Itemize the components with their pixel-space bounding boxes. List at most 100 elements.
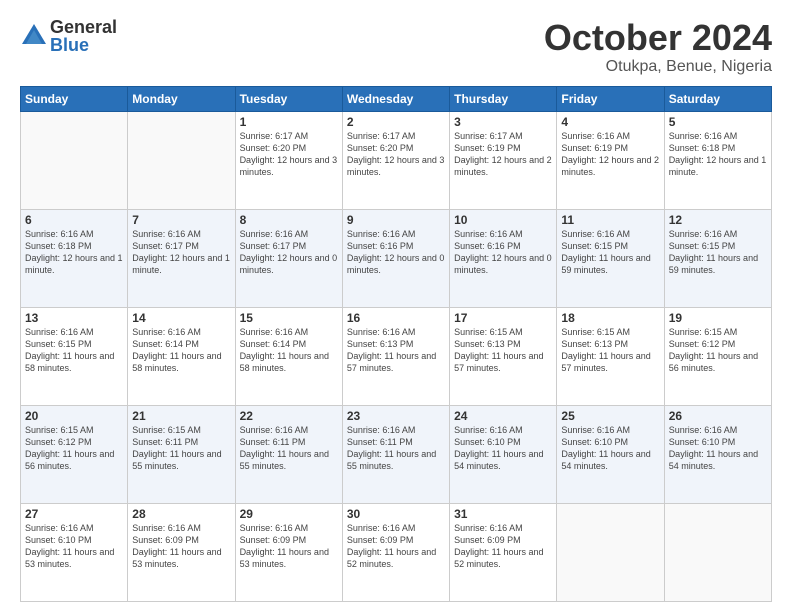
day-number: 5 (669, 115, 767, 129)
table-row (128, 111, 235, 209)
table-row: 29Sunrise: 6:16 AM Sunset: 6:09 PM Dayli… (235, 503, 342, 601)
day-number: 23 (347, 409, 445, 423)
day-info: Sunrise: 6:15 AM Sunset: 6:13 PM Dayligh… (561, 326, 659, 375)
header: General Blue October 2024 Otukpa, Benue,… (20, 18, 772, 76)
table-row: 3Sunrise: 6:17 AM Sunset: 6:19 PM Daylig… (450, 111, 557, 209)
day-info: Sunrise: 6:17 AM Sunset: 6:20 PM Dayligh… (240, 130, 338, 179)
day-info: Sunrise: 6:16 AM Sunset: 6:18 PM Dayligh… (25, 228, 123, 277)
table-row (664, 503, 771, 601)
day-info: Sunrise: 6:16 AM Sunset: 6:14 PM Dayligh… (240, 326, 338, 375)
day-info: Sunrise: 6:16 AM Sunset: 6:17 PM Dayligh… (240, 228, 338, 277)
day-info: Sunrise: 6:15 AM Sunset: 6:12 PM Dayligh… (669, 326, 767, 375)
day-number: 17 (454, 311, 552, 325)
day-info: Sunrise: 6:16 AM Sunset: 6:17 PM Dayligh… (132, 228, 230, 277)
table-row: 16Sunrise: 6:16 AM Sunset: 6:13 PM Dayli… (342, 307, 449, 405)
table-row: 11Sunrise: 6:16 AM Sunset: 6:15 PM Dayli… (557, 209, 664, 307)
day-info: Sunrise: 6:16 AM Sunset: 6:09 PM Dayligh… (132, 522, 230, 571)
day-number: 27 (25, 507, 123, 521)
day-info: Sunrise: 6:16 AM Sunset: 6:09 PM Dayligh… (454, 522, 552, 571)
day-number: 14 (132, 311, 230, 325)
day-info: Sunrise: 6:16 AM Sunset: 6:11 PM Dayligh… (240, 424, 338, 473)
day-info: Sunrise: 6:16 AM Sunset: 6:09 PM Dayligh… (240, 522, 338, 571)
table-row: 8Sunrise: 6:16 AM Sunset: 6:17 PM Daylig… (235, 209, 342, 307)
logo: General Blue (20, 18, 117, 54)
table-row (21, 111, 128, 209)
table-row: 12Sunrise: 6:16 AM Sunset: 6:15 PM Dayli… (664, 209, 771, 307)
day-info: Sunrise: 6:15 AM Sunset: 6:13 PM Dayligh… (454, 326, 552, 375)
table-row: 9Sunrise: 6:16 AM Sunset: 6:16 PM Daylig… (342, 209, 449, 307)
title-month: October 2024 (544, 18, 772, 58)
table-row: 7Sunrise: 6:16 AM Sunset: 6:17 PM Daylig… (128, 209, 235, 307)
table-row: 25Sunrise: 6:16 AM Sunset: 6:10 PM Dayli… (557, 405, 664, 503)
table-row: 27Sunrise: 6:16 AM Sunset: 6:10 PM Dayli… (21, 503, 128, 601)
day-number: 6 (25, 213, 123, 227)
day-number: 13 (25, 311, 123, 325)
table-row: 28Sunrise: 6:16 AM Sunset: 6:09 PM Dayli… (128, 503, 235, 601)
table-row: 4Sunrise: 6:16 AM Sunset: 6:19 PM Daylig… (557, 111, 664, 209)
day-number: 16 (347, 311, 445, 325)
day-number: 20 (25, 409, 123, 423)
day-number: 31 (454, 507, 552, 521)
day-info: Sunrise: 6:16 AM Sunset: 6:16 PM Dayligh… (454, 228, 552, 277)
day-info: Sunrise: 6:16 AM Sunset: 6:18 PM Dayligh… (669, 130, 767, 179)
logo-general-text: General (50, 18, 117, 36)
day-number: 26 (669, 409, 767, 423)
day-info: Sunrise: 6:16 AM Sunset: 6:15 PM Dayligh… (25, 326, 123, 375)
day-number: 3 (454, 115, 552, 129)
table-row: 10Sunrise: 6:16 AM Sunset: 6:16 PM Dayli… (450, 209, 557, 307)
day-number: 29 (240, 507, 338, 521)
day-number: 4 (561, 115, 659, 129)
table-row: 1Sunrise: 6:17 AM Sunset: 6:20 PM Daylig… (235, 111, 342, 209)
table-row: 22Sunrise: 6:16 AM Sunset: 6:11 PM Dayli… (235, 405, 342, 503)
header-thursday: Thursday (450, 86, 557, 111)
title-block: October 2024 Otukpa, Benue, Nigeria (544, 18, 772, 76)
table-row: 31Sunrise: 6:16 AM Sunset: 6:09 PM Dayli… (450, 503, 557, 601)
table-row: 6Sunrise: 6:16 AM Sunset: 6:18 PM Daylig… (21, 209, 128, 307)
day-info: Sunrise: 6:16 AM Sunset: 6:09 PM Dayligh… (347, 522, 445, 571)
day-info: Sunrise: 6:16 AM Sunset: 6:15 PM Dayligh… (669, 228, 767, 277)
day-number: 10 (454, 213, 552, 227)
day-info: Sunrise: 6:16 AM Sunset: 6:19 PM Dayligh… (561, 130, 659, 179)
calendar-table: Sunday Monday Tuesday Wednesday Thursday… (20, 86, 772, 602)
table-row: 15Sunrise: 6:16 AM Sunset: 6:14 PM Dayli… (235, 307, 342, 405)
logo-blue-text: Blue (50, 36, 117, 54)
day-number: 2 (347, 115, 445, 129)
calendar-week-row: 13Sunrise: 6:16 AM Sunset: 6:15 PM Dayli… (21, 307, 772, 405)
logo-icon (20, 22, 48, 50)
calendar-week-row: 27Sunrise: 6:16 AM Sunset: 6:10 PM Dayli… (21, 503, 772, 601)
day-number: 9 (347, 213, 445, 227)
calendar-week-row: 1Sunrise: 6:17 AM Sunset: 6:20 PM Daylig… (21, 111, 772, 209)
table-row: 21Sunrise: 6:15 AM Sunset: 6:11 PM Dayli… (128, 405, 235, 503)
header-sunday: Sunday (21, 86, 128, 111)
day-number: 7 (132, 213, 230, 227)
day-number: 1 (240, 115, 338, 129)
calendar-week-row: 6Sunrise: 6:16 AM Sunset: 6:18 PM Daylig… (21, 209, 772, 307)
logo-text: General Blue (50, 18, 117, 54)
table-row: 23Sunrise: 6:16 AM Sunset: 6:11 PM Dayli… (342, 405, 449, 503)
day-info: Sunrise: 6:16 AM Sunset: 6:10 PM Dayligh… (561, 424, 659, 473)
table-row: 18Sunrise: 6:15 AM Sunset: 6:13 PM Dayli… (557, 307, 664, 405)
table-row: 24Sunrise: 6:16 AM Sunset: 6:10 PM Dayli… (450, 405, 557, 503)
day-info: Sunrise: 6:15 AM Sunset: 6:12 PM Dayligh… (25, 424, 123, 473)
header-monday: Monday (128, 86, 235, 111)
day-number: 24 (454, 409, 552, 423)
day-info: Sunrise: 6:16 AM Sunset: 6:10 PM Dayligh… (454, 424, 552, 473)
day-number: 12 (669, 213, 767, 227)
table-row: 2Sunrise: 6:17 AM Sunset: 6:20 PM Daylig… (342, 111, 449, 209)
day-info: Sunrise: 6:16 AM Sunset: 6:15 PM Dayligh… (561, 228, 659, 277)
header-wednesday: Wednesday (342, 86, 449, 111)
day-info: Sunrise: 6:15 AM Sunset: 6:11 PM Dayligh… (132, 424, 230, 473)
weekday-header-row: Sunday Monday Tuesday Wednesday Thursday… (21, 86, 772, 111)
table-row: 13Sunrise: 6:16 AM Sunset: 6:15 PM Dayli… (21, 307, 128, 405)
day-info: Sunrise: 6:17 AM Sunset: 6:20 PM Dayligh… (347, 130, 445, 179)
table-row: 19Sunrise: 6:15 AM Sunset: 6:12 PM Dayli… (664, 307, 771, 405)
day-number: 19 (669, 311, 767, 325)
title-location: Otukpa, Benue, Nigeria (544, 58, 772, 76)
day-info: Sunrise: 6:16 AM Sunset: 6:14 PM Dayligh… (132, 326, 230, 375)
table-row: 26Sunrise: 6:16 AM Sunset: 6:10 PM Dayli… (664, 405, 771, 503)
day-number: 28 (132, 507, 230, 521)
day-info: Sunrise: 6:16 AM Sunset: 6:10 PM Dayligh… (669, 424, 767, 473)
header-friday: Friday (557, 86, 664, 111)
day-number: 22 (240, 409, 338, 423)
day-number: 11 (561, 213, 659, 227)
